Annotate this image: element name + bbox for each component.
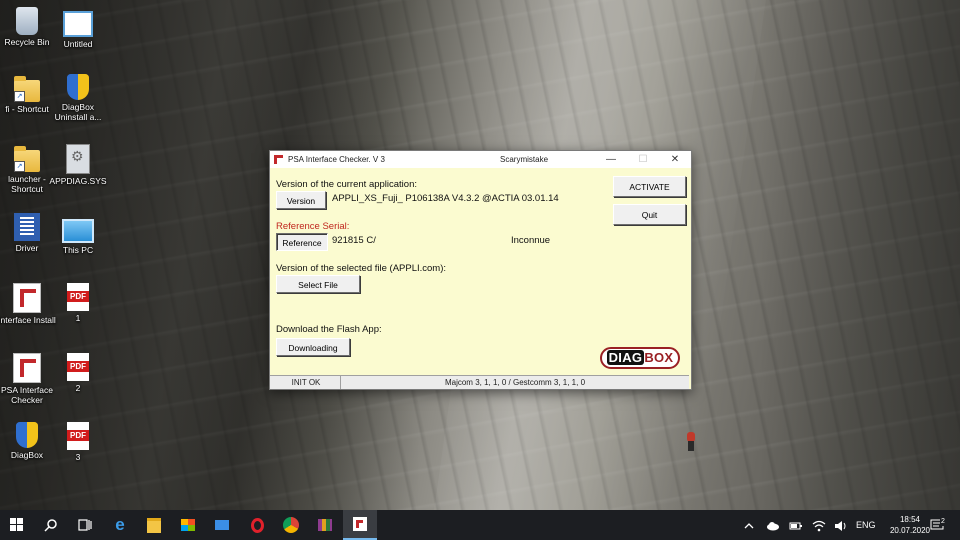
onedrive-tray[interactable]: [766, 510, 780, 540]
mail-icon: [215, 520, 229, 530]
app-icon: [274, 155, 283, 164]
desktop-icon-this-pc[interactable]: This PC: [48, 213, 108, 255]
search-icon: [44, 519, 57, 532]
selected-file-label: Version of the selected file (APPLI.com)…: [276, 263, 447, 274]
window-icon: [63, 11, 93, 37]
desktop-icon-diagbox-uninstall[interactable]: DiagBox Uninstall a...: [48, 74, 108, 122]
app-icon: [353, 517, 367, 531]
reference-status: Inconnue: [511, 235, 551, 246]
taskbar-winrar[interactable]: [308, 510, 342, 540]
status-bar: INIT OK Majcom 3, 1, 1, 0 / Gestcomm 3, …: [270, 375, 689, 389]
task-view-button[interactable]: [68, 510, 102, 540]
downloading-button[interactable]: Downloading: [276, 338, 350, 356]
psa-interface-checker-window: PSA Interface Checker. V 3 Scarymistake …: [269, 150, 692, 390]
taskbar-file-explorer[interactable]: [137, 510, 171, 540]
taskbar-store[interactable]: [171, 510, 205, 540]
search-button[interactable]: [34, 510, 68, 540]
winrar-icon: [318, 519, 332, 531]
close-button[interactable]: ✕: [659, 151, 691, 168]
folder-icon: ↗: [14, 146, 40, 172]
speaker-icon: [835, 520, 846, 531]
clock[interactable]: 18:54 20.07.2020: [890, 514, 930, 536]
wifi-icon: [812, 520, 826, 531]
settings-file-icon: [66, 144, 90, 174]
show-hidden-icons-button[interactable]: [744, 510, 754, 540]
pdf-icon: [67, 283, 89, 311]
app-icon: [13, 353, 41, 383]
climber-figure: [684, 430, 698, 452]
reference-button[interactable]: Reference: [276, 233, 328, 251]
windows-logo-icon: [10, 518, 23, 531]
activate-button[interactable]: ACTIVATE: [613, 176, 686, 197]
clock-date: 20.07.2020: [889, 526, 930, 535]
start-button[interactable]: [0, 510, 34, 540]
minimize-button[interactable]: —: [595, 151, 627, 168]
computer-icon: [62, 219, 94, 243]
volume-tray[interactable]: [834, 510, 848, 540]
quit-button[interactable]: Quit: [613, 204, 686, 225]
version-button[interactable]: Version: [276, 191, 326, 209]
chrome-icon: [283, 517, 299, 533]
taskbar-edge[interactable]: e: [103, 510, 137, 540]
notification-count: 2: [940, 517, 946, 526]
action-center-button[interactable]: 2: [930, 510, 946, 540]
shield-icon: [67, 74, 89, 100]
pdf-icon: [67, 353, 89, 381]
chevron-up-icon: [744, 522, 754, 529]
window-subtitle: Scarymistake: [500, 155, 549, 164]
diagbox-logo: DIAG BOX: [600, 347, 680, 369]
task-view-icon: [78, 519, 92, 531]
opera-icon: [250, 517, 264, 533]
shield-icon: [16, 422, 38, 448]
desktop-icon-pdf-2[interactable]: 2: [48, 353, 108, 393]
folder-icon: ↗: [14, 76, 40, 102]
reference-value: 921815 C/: [332, 235, 376, 246]
battery-tray[interactable]: [789, 510, 803, 540]
version-value: APPLI_XS_Fuji_ P106138A V4.3.2 @ACTIA 03…: [332, 193, 559, 204]
taskbar-psa-interface-checker[interactable]: [343, 510, 377, 540]
desktop-icon-pdf-1[interactable]: 1: [48, 283, 108, 323]
language-indicator[interactable]: ENG: [856, 510, 876, 540]
desktop-icon-appdiag-sys[interactable]: APPDIAG.SYS: [48, 144, 108, 186]
cloud-icon: [767, 521, 779, 531]
file-explorer-icon: [147, 517, 161, 533]
clock-time: 18:54: [899, 515, 920, 524]
battery-icon: [789, 522, 802, 530]
installer-icon: [13, 283, 41, 313]
pdf-icon: [67, 422, 89, 450]
status-init: INIT OK: [272, 376, 341, 389]
window-title: PSA Interface Checker. V 3: [288, 155, 385, 164]
select-file-button[interactable]: Select File: [276, 275, 360, 293]
taskbar-chrome[interactable]: [274, 510, 308, 540]
desktop-icon-untitled[interactable]: Untitled: [48, 5, 108, 49]
recycle-bin-icon: [16, 7, 38, 35]
taskbar: e ENG 18:54 20.07.2020 2: [0, 510, 960, 540]
driver-icon: [14, 213, 40, 241]
title-bar[interactable]: PSA Interface Checker. V 3 Scarymistake …: [270, 151, 691, 168]
store-icon: [181, 519, 195, 531]
maximize-button[interactable]: ☐: [627, 151, 659, 168]
taskbar-mail[interactable]: [205, 510, 239, 540]
current-app-label: Version of the current application:: [276, 179, 418, 190]
taskbar-opera[interactable]: [240, 510, 274, 540]
edge-icon: e: [115, 515, 125, 534]
status-versions: Majcom 3, 1, 1, 0 / Gestcomm 3, 1, 1, 0: [444, 378, 586, 387]
reference-serial-label: Reference Serial:: [276, 221, 350, 232]
network-tray[interactable]: [812, 510, 826, 540]
desktop-icon-pdf-3[interactable]: 3: [48, 422, 108, 462]
download-label: Download the Flash App:: [276, 324, 382, 335]
